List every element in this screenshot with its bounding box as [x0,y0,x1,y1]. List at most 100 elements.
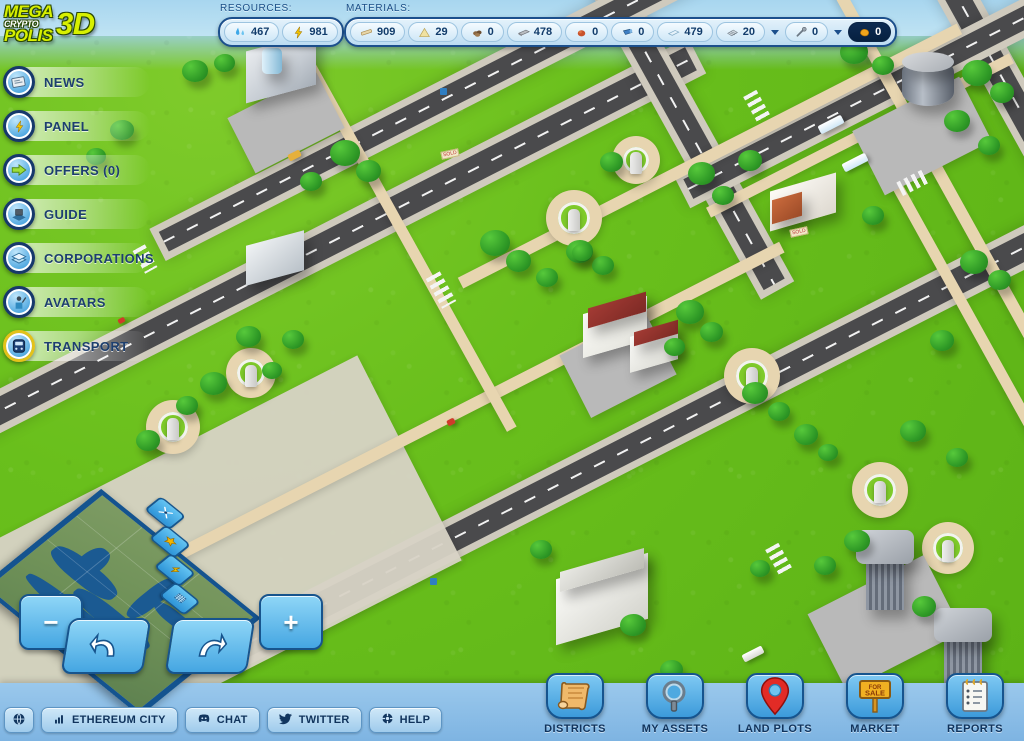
button-label: TWITTER [298,714,350,726]
tree [200,372,227,395]
marker-blue-1[interactable] [440,88,447,95]
building-tank-top-left[interactable] [262,48,282,74]
pill-value: 0 [811,26,819,38]
game-logo[interactable]: MEGA CRYPTO POLIS 3D [4,0,112,48]
sidebar-item-guide[interactable]: GUIDE [0,192,150,236]
chat-button[interactable]: CHAT [184,707,260,733]
material-pill-energy[interactable]: 981 [282,22,338,42]
tree [356,160,381,182]
clipboard-icon[interactable] [946,673,1004,719]
bottom-nav-my-assets[interactable]: MY ASSETS [632,673,718,741]
ethereum-city-button[interactable]: ETHEREUM CITY [41,707,178,733]
minimap-panel[interactable]: − + [0,488,335,717]
pill-value: 467 [251,26,270,38]
sidebar-item-corporations[interactable]: CORPORATIONS [0,236,154,280]
roundabout-1[interactable] [546,190,602,246]
tree [750,560,770,577]
pill-value: 0 [875,26,882,38]
language-button[interactable] [4,707,34,733]
zoom-in-button[interactable]: + [259,594,323,650]
roundabout-5[interactable] [922,522,974,574]
sidebar-item-transport[interactable]: TRANSPORT [0,324,150,368]
pill-value: 478 [533,26,553,38]
tree [872,56,894,75]
energy-icon [164,561,187,579]
tree [814,556,836,575]
tree [862,206,884,225]
bottom-nav-market[interactable]: FOR SALE MARKET [832,673,918,741]
chevron-down-icon[interactable] [834,29,843,35]
button-label: ETHEREUM CITY [72,714,166,726]
rotate-right-icon [198,632,228,657]
tree [136,430,160,451]
material-pill-glass[interactable]: 479 [657,22,713,42]
bottom-nav-reports[interactable]: REPORTS [932,673,1018,741]
scroll-map-icon[interactable] [546,673,604,719]
help-button[interactable]: HELP [368,707,443,733]
sidebar-item-label: CORPORATIONS [44,250,155,266]
sand-pile-icon [418,26,431,39]
tree [944,110,970,132]
material-pill-gravel[interactable]: 0 [460,22,504,42]
tree [300,172,322,191]
bottom-nav-districts[interactable]: DISTRICTS [532,673,618,741]
material-pill-sand[interactable]: 29 [408,22,458,42]
help-icon [381,712,394,728]
material-pill-tools[interactable]: 0 [784,22,829,42]
wood-plank-icon [360,26,373,39]
material-pill-clay[interactable]: 0 [565,22,609,42]
pill-value: 0 [638,26,645,38]
logo-3d: 3D [56,5,95,41]
materials-panel: 909 29 0 478 0 0 479 20 0 0 [344,17,898,47]
marker-blue-2[interactable] [430,578,437,585]
sidebar-item-offers[interactable]: OFFERS (0) [0,148,150,192]
twitter-button[interactable]: TWITTER [266,707,362,733]
rotate-left-button[interactable] [60,618,152,674]
tree [480,230,510,256]
twitter-icon [278,713,293,728]
tree [530,540,552,559]
tools-icon [795,26,808,39]
material-pill-wood[interactable]: 909 [350,22,406,42]
tree [182,60,208,82]
rotate-right-button[interactable] [164,618,256,674]
for-sale-sign-icon[interactable]: FOR SALE [846,673,904,719]
tree [700,322,723,342]
glass-pane-icon [667,26,680,39]
bottom-nav-land-plots[interactable]: LAND PLOTS [732,673,818,741]
tree [536,268,558,287]
map-pin-icon[interactable] [746,673,804,719]
bottom-left-button-row: ETHEREUM CITY CHAT TWITTER HELP [4,707,443,733]
bottom-nav-label: LAND PLOTS [737,723,813,735]
material-pill-mesh[interactable]: 20 [715,22,765,42]
sidebar-item-news[interactable]: NEWS [0,60,150,104]
button-label: CHAT [216,714,248,726]
tree [176,396,198,415]
bottom-nav-label: DISTRICTS [544,723,606,735]
chevron-down-icon[interactable] [770,29,779,35]
material-pill-steel[interactable]: 0 [611,22,655,42]
pill-value: 29 [435,26,448,38]
sidebar-item-panel[interactable]: PANEL [0,104,150,148]
bars-icon [53,713,66,728]
tree [592,256,614,275]
material-pill-concrete[interactable]: 478 [506,22,563,42]
magnifier-icon[interactable] [646,673,704,719]
roundabout-4[interactable] [852,462,908,518]
lightning-bolt-icon [292,26,305,39]
tree [236,326,261,347]
tree [930,330,954,351]
sidebar-item-avatars[interactable]: AVATARS [0,280,150,324]
newspaper-icon [3,66,35,98]
tree [712,186,734,205]
logo-line-mega: MEGA [4,2,54,22]
tree [676,300,704,324]
globe-icon [12,712,26,729]
tree [946,448,968,467]
pill-value: 0 [592,26,599,38]
tree [818,444,838,461]
coin-icon [858,26,871,39]
material-pill-water[interactable]: 467 [224,22,280,42]
currency-pill-gold[interactable]: 0 [848,22,892,42]
layers-icon [3,242,35,274]
